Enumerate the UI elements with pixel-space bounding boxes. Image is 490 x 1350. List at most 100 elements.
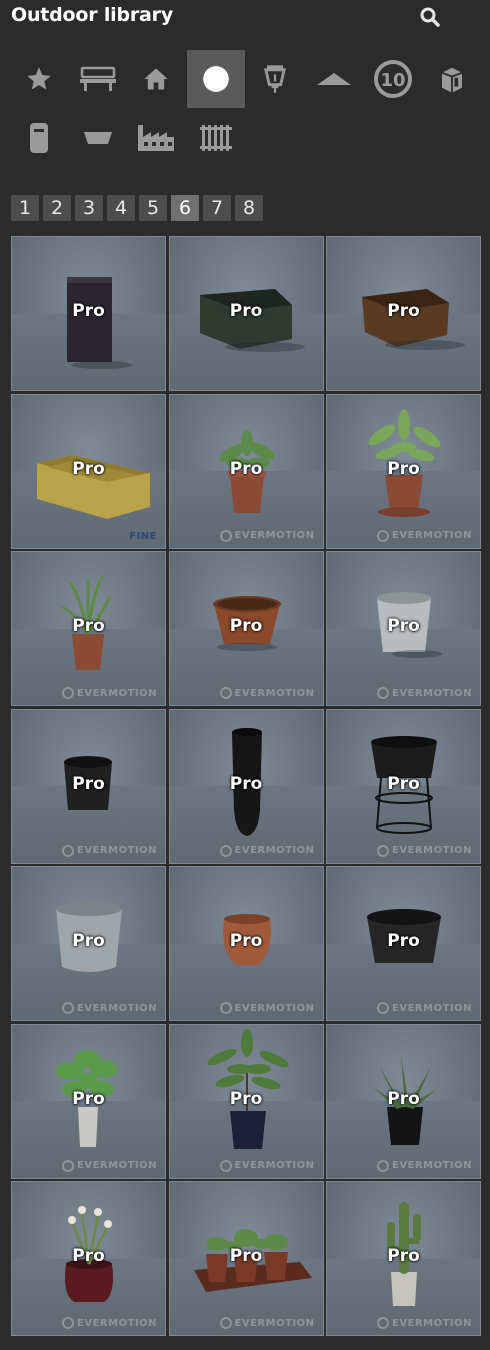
category-roof[interactable] xyxy=(305,50,363,108)
watermark-text: EVERMOTION xyxy=(77,1317,157,1329)
watermark: EVERMOTION xyxy=(377,1002,472,1014)
category-bench[interactable] xyxy=(69,50,127,108)
pro-badge: Pro xyxy=(387,1246,420,1266)
pro-badge: Pro xyxy=(72,931,105,951)
library-item[interactable]: Pro xyxy=(326,236,481,391)
library-item[interactable]: Pro EVERMOTION xyxy=(168,1181,324,1336)
pro-badge: Pro xyxy=(387,616,420,636)
badge-10-label: 10 xyxy=(380,70,405,91)
watermark-text: EVERMOTION xyxy=(77,845,157,856)
pro-badge: Pro xyxy=(72,458,105,479)
watermark: EVERMOTION xyxy=(62,1002,157,1014)
evermotion-logo-icon xyxy=(219,1002,232,1014)
category-10[interactable]: 10 xyxy=(364,50,422,108)
library-header: Outdoor library xyxy=(0,0,490,32)
library-item[interactable]: Pro EVERMOTION xyxy=(326,866,481,1021)
pro-badge: Pro xyxy=(72,773,105,794)
page-2[interactable]: 2 xyxy=(43,195,71,221)
page-5[interactable]: 5 xyxy=(139,195,167,221)
evermotion-logo-icon xyxy=(377,1317,390,1329)
library-item[interactable]: Pro EVERMOTION xyxy=(11,866,166,1021)
pro-badge: Pro xyxy=(229,1246,263,1266)
search-icon[interactable] xyxy=(418,5,442,29)
watermark: EVERMOTION xyxy=(62,687,157,699)
pro-badge: Pro xyxy=(387,301,420,321)
pro-badge: Pro xyxy=(72,1088,105,1109)
evermotion-logo-icon xyxy=(62,1317,75,1329)
evermotion-logo-icon xyxy=(219,1159,232,1172)
fence-icon xyxy=(198,123,234,153)
library-item[interactable]: Pro EVERMOTION xyxy=(11,1181,166,1336)
watermark: FINE xyxy=(129,531,157,542)
library-item[interactable]: Pro EVERMOTION xyxy=(168,551,324,706)
watermark: EVERMOTION xyxy=(62,844,157,857)
category-lantern[interactable] xyxy=(246,50,304,108)
page-6[interactable]: 6 xyxy=(171,195,199,221)
category-circle[interactable] xyxy=(187,50,245,108)
evermotion-logo-icon xyxy=(377,529,390,542)
evermotion-logo-icon xyxy=(377,844,390,857)
pro-badge: Pro xyxy=(229,616,263,636)
watermark: EVERMOTION xyxy=(377,1317,472,1329)
library-item[interactable]: Pro EVERMOTION xyxy=(11,708,166,864)
category-box[interactable] xyxy=(423,50,481,108)
library-item[interactable]: Pro EVERMOTION xyxy=(326,393,481,549)
page-1[interactable]: 1 xyxy=(11,195,39,221)
page-3[interactable]: 3 xyxy=(75,195,103,221)
box-icon xyxy=(437,64,467,94)
category-star[interactable] xyxy=(10,50,68,108)
library-item[interactable]: Pro EVERMOTION xyxy=(168,1023,324,1179)
library-item[interactable]: Pro EVERMOTION xyxy=(326,1023,481,1179)
pro-badge: Pro xyxy=(229,773,263,794)
watermark: EVERMOTION xyxy=(377,1159,472,1172)
library-item[interactable]: Pro EVERMOTION xyxy=(168,866,324,1021)
bench-icon xyxy=(79,65,117,93)
watermark-text: EVERMOTION xyxy=(392,1002,472,1014)
roof-icon xyxy=(315,69,353,89)
watermark-text: EVERMOTION xyxy=(392,845,472,856)
library-item[interactable]: Pro FINE xyxy=(11,393,166,549)
evermotion-logo-icon xyxy=(62,844,75,857)
watermark-text: EVERMOTION xyxy=(77,1002,157,1014)
watermark: EVERMOTION xyxy=(219,687,315,699)
watermark-text: EVERMOTION xyxy=(392,530,472,541)
library-item[interactable]: Pro xyxy=(168,236,324,391)
watermark-text: FINE xyxy=(129,530,157,542)
library-item[interactable]: Pro EVERMOTION xyxy=(168,708,324,864)
pro-badge: Pro xyxy=(387,931,420,951)
pro-badge: Pro xyxy=(72,301,105,321)
category-factory[interactable] xyxy=(127,109,185,167)
evermotion-logo-icon xyxy=(377,1159,390,1172)
pro-badge: Pro xyxy=(229,301,263,321)
pro-badge: Pro xyxy=(387,1088,420,1109)
watermark-text: EVERMOTION xyxy=(234,1160,315,1171)
pro-badge: Pro xyxy=(229,1088,263,1109)
category-house[interactable] xyxy=(127,50,185,108)
library-item[interactable]: Pro EVERMOTION xyxy=(326,1181,481,1336)
pro-badge: Pro xyxy=(229,931,263,951)
watermark-text: EVERMOTION xyxy=(392,687,472,699)
watermark: EVERMOTION xyxy=(377,844,472,857)
library-item[interactable]: Pro EVERMOTION xyxy=(11,1023,166,1179)
watermark: EVERMOTION xyxy=(219,844,315,857)
badge-10-icon: 10 xyxy=(373,59,413,99)
library-item[interactable]: Pro EVERMOTION xyxy=(168,393,324,549)
category-tray[interactable] xyxy=(69,109,127,167)
watermark-text: EVERMOTION xyxy=(234,1002,315,1014)
page-8[interactable]: 8 xyxy=(235,195,263,221)
watermark-text: EVERMOTION xyxy=(234,1317,315,1329)
evermotion-logo-icon xyxy=(377,687,390,699)
pro-badge: Pro xyxy=(72,1246,105,1266)
watermark-text: EVERMOTION xyxy=(77,1160,157,1171)
page-7[interactable]: 7 xyxy=(203,195,231,221)
library-item[interactable]: Pro xyxy=(11,236,166,391)
category-bin[interactable] xyxy=(10,109,68,167)
tray-icon xyxy=(82,129,114,147)
page-4[interactable]: 4 xyxy=(107,195,135,221)
library-item[interactable]: Pro EVERMOTION xyxy=(326,708,481,864)
star-icon xyxy=(25,65,53,93)
library-item[interactable]: Pro EVERMOTION xyxy=(326,551,481,706)
library-item[interactable]: Pro EVERMOTION xyxy=(11,551,166,706)
category-fence[interactable] xyxy=(187,109,245,167)
pro-badge: Pro xyxy=(229,458,263,479)
